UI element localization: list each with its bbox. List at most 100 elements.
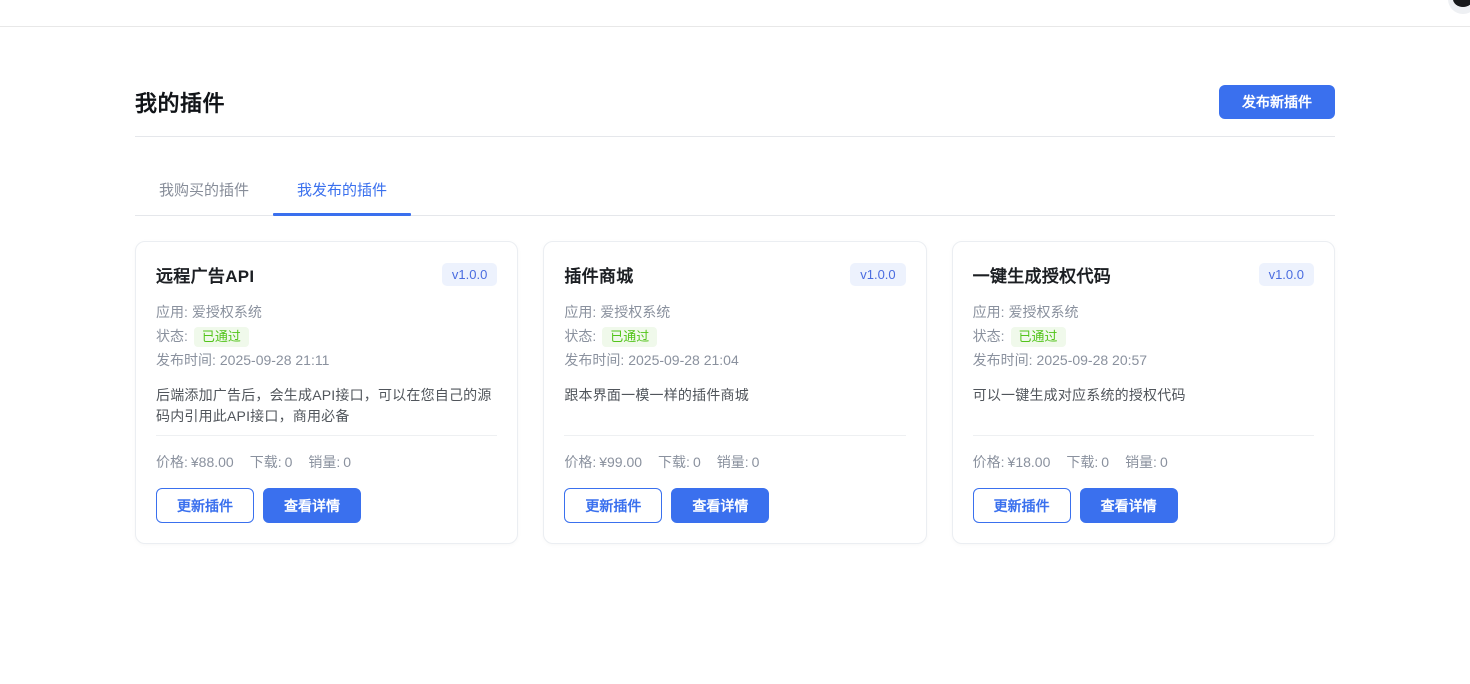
sales-stat: 销量:0 (1125, 452, 1168, 472)
price-stat: 价格:¥99.00 (564, 452, 642, 472)
avatar-silhouette-icon (1453, 0, 1470, 7)
version-badge: v1.0.0 (1259, 263, 1314, 286)
sales-stat: 销量:0 (717, 452, 760, 472)
view-details-button[interactable]: 查看详情 (1080, 488, 1178, 523)
card-divider (156, 435, 497, 436)
price-value: ¥99.00 (599, 454, 642, 470)
price-stat: 价格:¥18.00 (973, 452, 1051, 472)
stats-row: 价格:¥18.00 下载:0 销量:0 (973, 452, 1314, 472)
version-badge: v1.0.0 (850, 263, 905, 286)
tab-purchased-plugins[interactable]: 我购买的插件 (135, 165, 273, 215)
status-label: 状态: (564, 328, 596, 344)
app-line: 应用:爱授权系统 (156, 300, 497, 324)
downloads-stat: 下载:0 (1066, 452, 1109, 472)
status-line: 状态: 已通过 (564, 324, 905, 348)
published-line: 发布时间:2025-09-28 21:04 (564, 348, 905, 372)
published-value: 2025-09-28 21:11 (220, 352, 330, 368)
update-plugin-button[interactable]: 更新插件 (564, 488, 662, 523)
sales-label: 销量: (717, 454, 749, 470)
sales-label: 销量: (308, 454, 340, 470)
card-divider (564, 435, 905, 436)
plugin-card-grid: 远程广告API v1.0.0 应用:爱授权系统 状态:已通过 发布时间:2025… (135, 241, 1335, 544)
app-label: 应用: (564, 304, 596, 320)
card-bottom: 价格:¥99.00 下载:0 销量:0 更新插件 查看详情 (564, 435, 905, 523)
sales-value: 0 (343, 454, 351, 470)
downloads-label: 下载: (658, 454, 690, 470)
downloads-value: 0 (285, 454, 293, 470)
update-plugin-button[interactable]: 更新插件 (973, 488, 1071, 523)
status-line: 状态: 已通过 (156, 324, 497, 348)
plugin-name: 插件商城 (564, 262, 633, 287)
published-label: 发布时间: (564, 352, 624, 368)
card-actions: 更新插件 查看详情 (564, 488, 905, 523)
status-label: 状态: (973, 328, 1005, 344)
plugin-card: 插件商城 v1.0.0 应用:爱授权系统 状态: 已通过 发布时间:2025-09… (543, 241, 926, 544)
downloads-value: 0 (1101, 454, 1109, 470)
published-value: 2025-09-28 20:57 (1037, 352, 1148, 368)
published-line: 发布时间:2025-09-28 21:11 (156, 348, 497, 372)
app-line: 应用:爱授权系统 (564, 300, 905, 324)
app-value: 爱授权系统 (600, 304, 670, 320)
view-details-button[interactable]: 查看详情 (263, 488, 361, 523)
plugin-meta: 应用:爱授权系统 状态: 已通过 发布时间:2025-09-28 21:11 (156, 300, 497, 372)
downloads-label: 下载: (1066, 454, 1098, 470)
top-navigation-bar (0, 0, 1470, 27)
downloads-label: 下载: (250, 454, 282, 470)
published-label: 发布时间: (973, 352, 1033, 368)
price-value: ¥18.00 (1008, 454, 1051, 470)
card-bottom: 价格:¥18.00 下载:0 销量:0 更新插件 查看详情 (973, 435, 1314, 523)
card-header: 远程广告API v1.0.0 (156, 262, 497, 287)
tab-published-plugins[interactable]: 我发布的插件 (273, 165, 411, 215)
stats-row: 价格:¥88.00 下载:0 销量:0 (156, 452, 497, 472)
status-line: 状态: 已通过 (973, 324, 1314, 348)
price-label: 价格: (564, 454, 596, 470)
version-badge: v1.0.0 (442, 263, 497, 286)
downloads-value: 0 (693, 454, 701, 470)
plugin-name: 一键生成授权代码 (973, 262, 1111, 287)
app-line: 应用:爱授权系统 (973, 300, 1314, 324)
sales-value: 0 (752, 454, 760, 470)
status-badge: 已通过 (602, 327, 657, 347)
plugin-card: 远程广告API v1.0.0 应用:爱授权系统 状态: 已通过 发布时间:2025… (135, 241, 518, 544)
app-label: 应用: (156, 304, 188, 320)
card-actions: 更新插件 查看详情 (156, 488, 497, 523)
page-header: 我的插件 发布新插件 (135, 27, 1335, 137)
sales-stat: 销量:0 (308, 452, 351, 472)
status-label: 状态: (156, 328, 188, 344)
plugin-name: 远程广告API (156, 262, 254, 287)
sales-value: 0 (1160, 454, 1168, 470)
published-line: 发布时间:2025-09-28 20:57 (973, 348, 1314, 372)
card-divider (973, 435, 1314, 436)
update-plugin-button[interactable]: 更新插件 (156, 488, 254, 523)
plugin-card: 一键生成授权代码 v1.0.0 应用:爱授权系统 状态: 已通过 发布时间:202… (952, 241, 1335, 544)
card-actions: 更新插件 查看详情 (973, 488, 1314, 523)
publish-new-plugin-button[interactable]: 发布新插件 (1219, 85, 1335, 119)
card-header: 一键生成授权代码 v1.0.0 (973, 262, 1314, 287)
price-value: ¥88.00 (191, 454, 234, 470)
main-content: 我的插件 发布新插件 我购买的插件 我发布的插件 远程广告API v1.0.0 … (135, 27, 1335, 544)
plugin-description: 后端添加广告后，会生成API接口，可以在您自己的源码内引用此API接口，商用必备 (156, 385, 497, 427)
page-title: 我的插件 (135, 86, 225, 118)
price-stat: 价格:¥88.00 (156, 452, 234, 472)
status-badge: 已通过 (1011, 327, 1066, 347)
plugin-description: 可以一键生成对应系统的授权代码 (973, 385, 1314, 406)
card-bottom: 价格:¥88.00 下载:0 销量:0 更新插件 查看详情 (156, 435, 497, 523)
published-value: 2025-09-28 21:04 (628, 352, 739, 368)
price-label: 价格: (156, 454, 188, 470)
downloads-stat: 下载:0 (658, 452, 701, 472)
view-details-button[interactable]: 查看详情 (671, 488, 769, 523)
status-badge: 已通过 (194, 327, 249, 347)
plugin-meta: 应用:爱授权系统 状态: 已通过 发布时间:2025-09-28 20:57 (973, 300, 1314, 372)
price-label: 价格: (973, 454, 1005, 470)
plugin-meta: 应用:爱授权系统 状态: 已通过 发布时间:2025-09-28 21:04 (564, 300, 905, 372)
app-label: 应用: (973, 304, 1005, 320)
plugin-tabs: 我购买的插件 我发布的插件 (135, 165, 1335, 216)
app-value: 爱授权系统 (192, 304, 262, 320)
plugin-description: 跟本界面一模一样的插件商城 (564, 385, 905, 406)
card-header: 插件商城 v1.0.0 (564, 262, 905, 287)
user-avatar-icon[interactable] (1448, 0, 1470, 14)
sales-label: 销量: (1125, 454, 1157, 470)
published-label: 发布时间: (156, 352, 216, 368)
app-value: 爱授权系统 (1009, 304, 1079, 320)
downloads-stat: 下载:0 (250, 452, 293, 472)
